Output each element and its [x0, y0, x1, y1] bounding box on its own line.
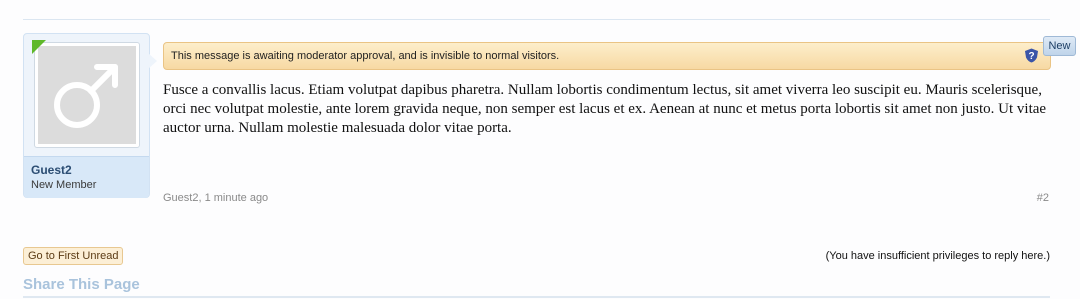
username-link[interactable]: Guest2	[31, 163, 72, 177]
message-content: Fusce a convallis lacus. Etiam volutpat …	[163, 82, 1047, 136]
new-badge: New	[1043, 36, 1076, 56]
first-unread-button[interactable]: Go to First Unread	[23, 247, 124, 265]
reply-privileges-notice: (You have insufficient privileges to rep…	[825, 250, 1050, 262]
top-divider	[23, 19, 1050, 20]
message-post: Guest2 New Member This message is awaiti…	[23, 33, 1051, 205]
moderation-notice: This message is awaiting moderator appro…	[163, 42, 1051, 70]
svg-text:?: ?	[1028, 51, 1034, 62]
avatar[interactable]	[38, 46, 136, 144]
share-page-heading: Share This Page	[23, 276, 140, 293]
message-user-info: Guest2 New Member	[23, 33, 150, 198]
avatar-frame[interactable]	[34, 42, 140, 148]
post-permalink[interactable]: #2	[1037, 192, 1049, 204]
user-card-arrow	[148, 53, 157, 69]
online-indicator-icon	[32, 40, 46, 54]
user-info-panel: Guest2 New Member	[24, 156, 149, 198]
post-meta[interactable]: Guest2, 1 minute ago	[163, 192, 268, 204]
question-shield-icon[interactable]: ?	[1024, 48, 1039, 63]
moderation-notice-text: This message is awaiting moderator appro…	[171, 50, 560, 62]
male-symbol-icon	[54, 64, 118, 128]
user-title: New Member	[31, 179, 97, 191]
bottom-divider	[23, 296, 1050, 298]
